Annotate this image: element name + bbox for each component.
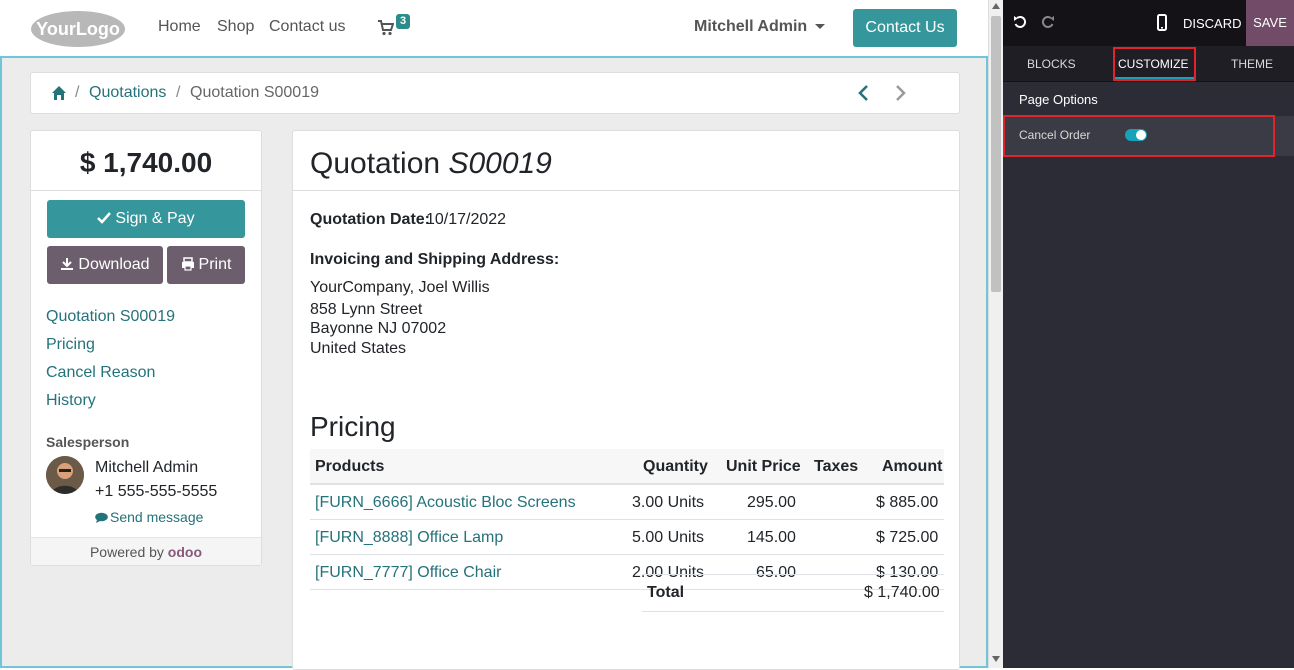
scrollbar-thumb[interactable] (991, 16, 1001, 292)
print-icon (181, 257, 194, 271)
company-logo[interactable]: YourLogo (30, 10, 127, 48)
svg-text:YourLogo: YourLogo (36, 19, 120, 39)
logo-icon: YourLogo (31, 11, 125, 47)
total-label: Total (647, 584, 685, 601)
quotation-title-prefix: Quotation (310, 147, 441, 180)
toc-link-pricing[interactable]: Pricing (46, 336, 95, 354)
unit-price-cell: 145.00 (747, 529, 796, 546)
quotation-title: Quotation S00019 (310, 147, 552, 181)
comment-icon (95, 512, 108, 523)
total-row: Total $ 1,740.00 (642, 574, 944, 612)
tab-blocks[interactable]: BLOCKS (1027, 57, 1076, 71)
salesperson-heading: Salesperson (46, 434, 130, 450)
cancel-order-highlight (1003, 115, 1275, 157)
save-button[interactable]: SAVE (1246, 0, 1294, 46)
amount-cell: $ 725.00 (876, 529, 939, 546)
send-message-label: Send message (110, 509, 204, 525)
order-lines-table: Products Quantity Unit Price Taxes Amoun… (310, 449, 944, 590)
address-heading: Invoicing and Shipping Address: (310, 251, 560, 268)
undo-icon[interactable] (1013, 15, 1027, 29)
total-amount: $ 1,740.00 (79, 147, 213, 178)
download-button[interactable]: Download (47, 246, 163, 284)
toc-link-cancel-reason[interactable]: Cancel Reason (46, 364, 155, 382)
amount-cell: $ 885.00 (876, 494, 939, 511)
download-label: Download (78, 256, 150, 273)
column-header-taxes: Taxes (814, 458, 859, 475)
product-link[interactable]: [FURN_8888] Office Lamp (315, 529, 503, 547)
quotation-sidebar: $ 1,740.00 Sign & Pay Download Print Quo… (30, 130, 262, 566)
quantity-cell: 3.00 Units (632, 494, 705, 511)
address-line: United States (310, 340, 407, 357)
page-options-heading: Page Options (1019, 92, 1098, 107)
table-header: Products Quantity Unit Price Taxes Amoun… (310, 449, 944, 485)
unit-price-cell: 295.00 (747, 494, 796, 511)
toc-link-history[interactable]: History (46, 392, 96, 410)
scroll-down-arrow-icon[interactable] (992, 656, 1000, 662)
print-label: Print (198, 256, 232, 273)
column-header-quantity: Quantity (643, 458, 708, 475)
user-menu-dropdown[interactable]: Mitchell Admin (694, 18, 826, 36)
sign-and-pay-label: Sign & Pay (115, 210, 195, 227)
salesperson-phone: +1 555-555-5555 (95, 483, 218, 500)
chevron-right-icon[interactable] (893, 84, 907, 102)
quotation-number: S00019 (448, 147, 552, 180)
breadcrumb-current: Quotation S00019 (190, 84, 319, 101)
chevron-left-icon[interactable] (857, 84, 871, 102)
product-link[interactable]: [FURN_7777] Office Chair (315, 564, 501, 582)
check-icon (97, 212, 112, 224)
send-message-link[interactable]: Send message (95, 509, 203, 525)
contact-us-button[interactable]: Contact Us (853, 9, 957, 47)
mobile-preview-icon[interactable] (1156, 14, 1168, 32)
quotation-document: Quotation S00019 Quotation Date: 10/17/2… (292, 130, 960, 670)
breadcrumb-separator: / (75, 84, 80, 101)
powered-by-footer: Powered by odoo (31, 537, 261, 565)
table-row: [FURN_6666] Acoustic Bloc Screens 3.00 U… (310, 485, 944, 520)
caret-down-icon (815, 24, 826, 30)
powered-by-label: Powered by (89, 544, 164, 560)
column-header-products: Products (315, 458, 385, 475)
home-icon[interactable] (51, 85, 67, 101)
toc-link-quotation[interactable]: Quotation S00019 (46, 308, 175, 326)
salesperson-avatar (46, 456, 84, 494)
address-line: 858 Lynn Street (310, 301, 423, 318)
print-button[interactable]: Print (167, 246, 245, 284)
address-line: Bayonne NJ 07002 (310, 320, 447, 337)
editor-toolbar: DISCARD SAVE (1003, 0, 1294, 46)
website-editor-panel: DISCARD SAVE BLOCKS CUSTOMIZE THEME Page… (1003, 0, 1294, 668)
salesperson-name: Mitchell Admin (95, 459, 199, 476)
product-link[interactable]: [FURN_6666] Acoustic Bloc Screens (315, 494, 576, 512)
breadcrumb: / Quotations / Quotation S00019 (30, 72, 960, 114)
divider (293, 190, 959, 191)
nav-link-shop[interactable]: Shop (217, 18, 254, 36)
tab-theme[interactable]: THEME (1231, 57, 1273, 71)
quotation-date-value: 10/17/2022 (426, 211, 507, 228)
sign-and-pay-button[interactable]: Sign & Pay (47, 200, 245, 238)
divider (31, 190, 261, 191)
user-menu-label: Mitchell Admin (694, 18, 808, 35)
download-icon (61, 258, 74, 270)
customize-tab-highlight (1113, 47, 1196, 81)
scroll-up-arrow-icon[interactable] (992, 3, 1000, 9)
breadcrumb-separator: / (176, 84, 181, 101)
total-value: $ 1,740.00 (864, 584, 940, 601)
odoo-logo[interactable]: odoo (168, 544, 202, 560)
website-navbar: YourLogo Home Shop Contact us 3 Mitchell… (0, 0, 988, 56)
pricing-heading: Pricing (310, 411, 396, 442)
redo-icon[interactable] (1041, 15, 1055, 29)
quantity-cell: 5.00 Units (632, 529, 705, 546)
portal-page: / Quotations / Quotation S00019 $ 1,740.… (0, 56, 988, 670)
column-header-amount: Amount (882, 458, 943, 475)
address-line: YourCompany, Joel Willis (310, 279, 490, 296)
table-row: [FURN_8888] Office Lamp 5.00 Units 145.0… (310, 520, 944, 555)
discard-button[interactable]: DISCARD (1183, 16, 1242, 31)
quotation-date-label: Quotation Date: (310, 211, 430, 228)
breadcrumb-quotations[interactable]: Quotations (89, 84, 166, 102)
column-header-unit-price: Unit Price (726, 458, 801, 475)
nav-link-home[interactable]: Home (158, 18, 201, 36)
page-scrollbar[interactable] (988, 0, 1003, 668)
cart-count-badge: 3 (396, 14, 411, 29)
nav-link-contact-us[interactable]: Contact us (269, 18, 345, 36)
